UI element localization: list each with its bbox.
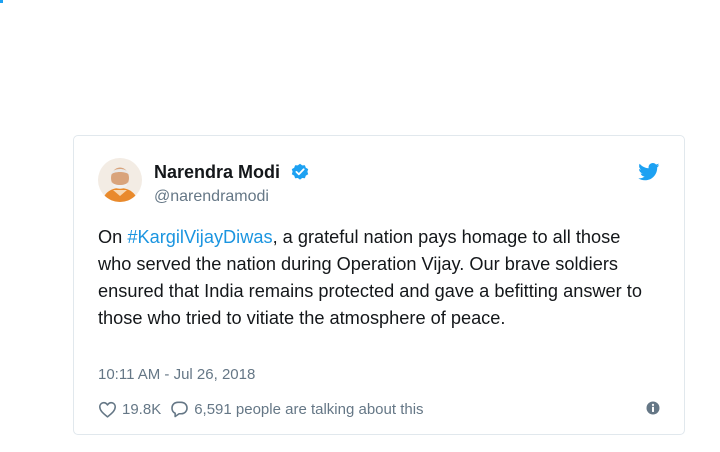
author-name[interactable]: Narendra Modi [154, 162, 280, 182]
author-handle[interactable]: @narendramodi [154, 187, 269, 207]
avatar[interactable] [98, 158, 142, 202]
speech-bubble-icon [171, 401, 189, 418]
tweet-actions: 19.8K 6,591 people are talking about thi… [98, 398, 424, 420]
twitter-bird-icon[interactable] [638, 163, 660, 181]
tweet-timestamp[interactable]: 10:11 AM - Jul 26, 2018 [98, 365, 255, 385]
avatar-image [98, 158, 142, 202]
verified-badge-icon [291, 163, 309, 180]
tweet-text: On #KargilVijayDiwas, a grateful nation … [98, 224, 658, 332]
talking-about-text: 6,591 people are talking about this [194, 400, 424, 418]
page: Narendra Modi @narendramodi On #KargilVi… [0, 0, 720, 452]
corner-mark [0, 0, 3, 3]
tweet-text-lead: On [98, 227, 128, 247]
like-button[interactable]: 19.8K [98, 401, 161, 418]
like-count: 19.8K [122, 400, 162, 418]
author-name-row[interactable]: Narendra Modi [154, 161, 309, 183]
info-icon[interactable] [646, 401, 660, 415]
hashtag-link[interactable]: #KargilVijayDiwas [127, 227, 272, 247]
embedded-tweet-card[interactable]: Narendra Modi @narendramodi On #KargilVi… [73, 135, 685, 435]
heart-icon [99, 401, 116, 418]
conversation-link[interactable]: 6,591 people are talking about this [170, 400, 424, 418]
